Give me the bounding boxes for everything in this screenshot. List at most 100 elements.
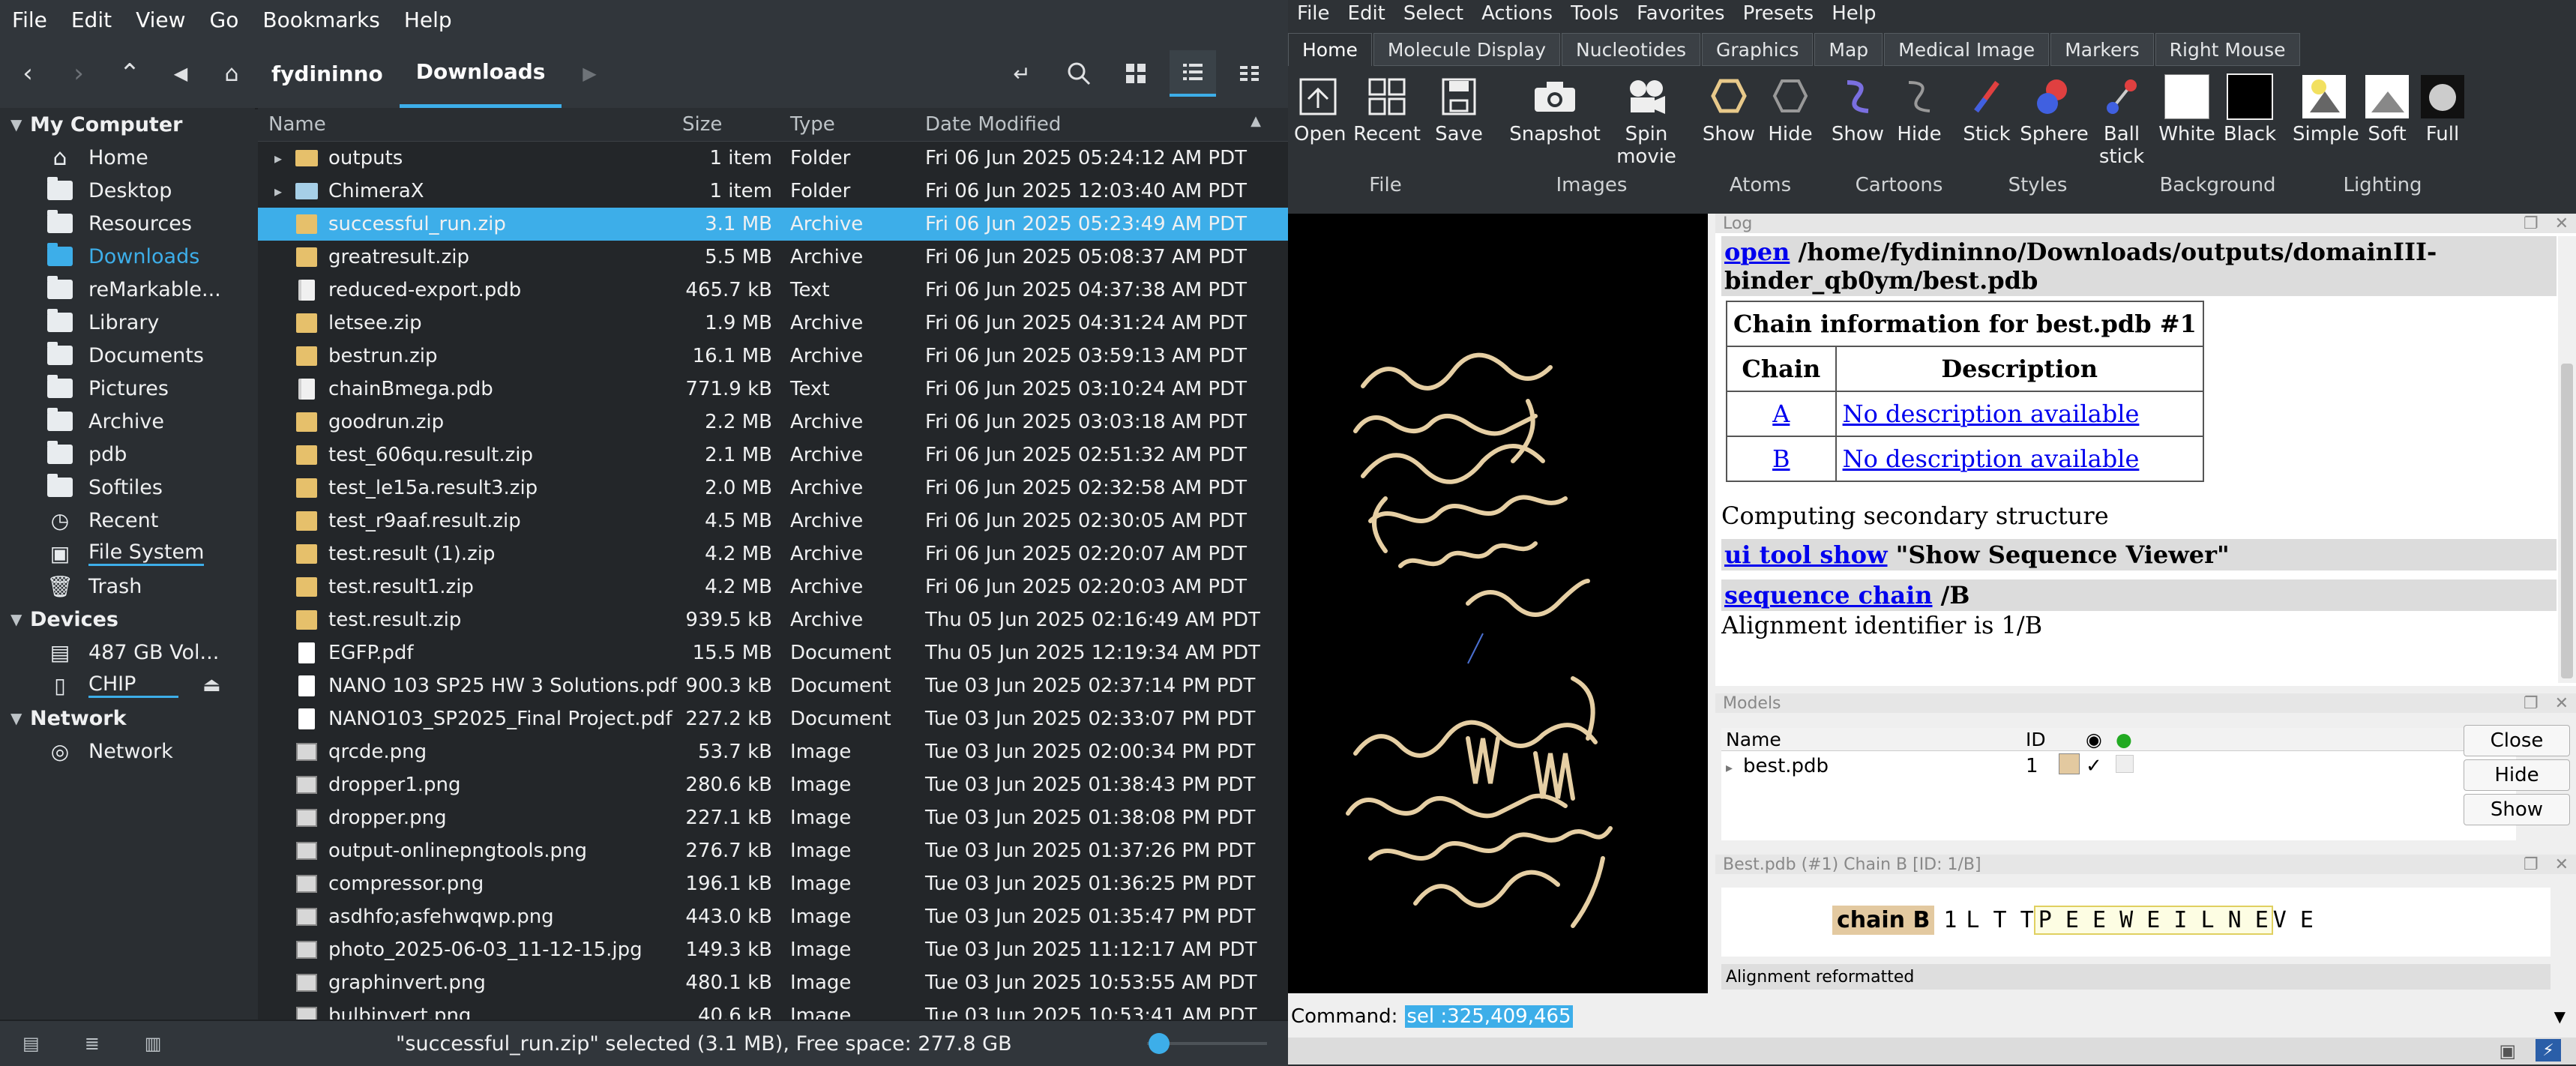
close-model-button[interactable]: Close xyxy=(2464,725,2570,756)
up-icon[interactable]: ⌃ xyxy=(106,50,153,97)
file-row[interactable]: photo_2025-06-03_11-12-15.jpg 149.3 kB Ima… xyxy=(258,933,1288,966)
python-shell-icon[interactable]: ⚡ xyxy=(2536,1039,2561,1062)
cx-menu-tools[interactable]: Tools xyxy=(1562,2,1628,25)
list-view-icon[interactable] xyxy=(1170,50,1216,97)
model-color-checkbox[interactable] xyxy=(2116,754,2146,778)
command-input[interactable]: sel :325,409,465 xyxy=(1405,1005,2554,1028)
chain-a-description-link[interactable]: No description available xyxy=(1843,400,2140,428)
file-row[interactable]: successful_run.zip 3.1 MB Archive Fri 06 Ju… xyxy=(258,208,1288,241)
sphere-button[interactable]: Sphere xyxy=(2020,73,2089,145)
file-row[interactable]: EGFP.pdf 15.5 MB Document Thu 05 Jun 2025 1… xyxy=(258,636,1288,669)
ball-stick-button[interactable]: Ball stick xyxy=(2098,73,2146,168)
folder-panel-icon[interactable]: ▤ xyxy=(22,1033,40,1054)
menu-edit[interactable]: Edit xyxy=(59,7,124,32)
collapse-icon[interactable]: ▼ xyxy=(10,610,30,628)
tab-map[interactable]: Map xyxy=(1814,33,1883,66)
tab-nucleotides[interactable]: Nucleotides xyxy=(1562,33,1700,66)
close-pane-icon[interactable]: ✕ xyxy=(2555,855,2569,874)
cx-menu-actions[interactable]: Actions xyxy=(1472,2,1562,25)
file-row[interactable]: test.result.zip 939.5 kB Archive Thu 05 Jun… xyxy=(258,603,1288,636)
sidebar-item-network[interactable]: ◎ Network xyxy=(0,735,255,768)
expand-icon[interactable]: ▸ xyxy=(1726,760,1733,776)
file-row[interactable]: test_le15a.result3.zip 2.0 MB Archive Fri 0… xyxy=(258,472,1288,505)
sequence-display[interactable]: chain B 1 L T T P E E W E I L N E V E xyxy=(1721,888,2551,957)
spin-movie-button[interactable]: Spin movie xyxy=(1610,73,1682,168)
save-button[interactable]: Save xyxy=(1432,73,1486,145)
model-visible-checkbox[interactable]: ✓ xyxy=(2086,755,2116,777)
breadcrumb-right-icon[interactable]: ▶ xyxy=(566,50,613,97)
log-scrollbar[interactable] xyxy=(2558,236,2576,683)
open-link[interactable]: open xyxy=(1724,238,1790,266)
cx-menu-favorites[interactable]: Favorites xyxy=(1628,2,1733,25)
float-pane-icon[interactable]: ❐ xyxy=(2524,855,2539,874)
menu-help[interactable]: Help xyxy=(392,7,464,32)
cartoons-show-button[interactable]: Show xyxy=(1831,73,1885,145)
sidebar-item-remarkable[interactable]: reMarkable... xyxy=(0,273,255,306)
file-row[interactable]: bestrun.zip 16.1 MB Archive Fri 06 Jun 2025… xyxy=(258,340,1288,373)
background-black-button[interactable]: Black xyxy=(2221,73,2279,145)
icon-view-icon[interactable] xyxy=(1113,50,1159,97)
sidebar-item-recent[interactable]: ◷ Recent xyxy=(0,504,255,537)
file-row[interactable]: chainBmega.pdb 771.9 kB Text Fri 06 Jun 202… xyxy=(258,373,1288,406)
file-row[interactable]: greatresult.zip 5.5 MB Archive Fri 06 Jun 2… xyxy=(258,241,1288,274)
ui-tool-show-link[interactable]: ui tool show xyxy=(1724,540,1888,569)
chain-b-description-link[interactable]: No description available xyxy=(1843,445,2140,473)
sidebar-section-devices[interactable]: ▼ Devices xyxy=(0,603,255,636)
column-header-date[interactable]: Date Modified ▲ xyxy=(925,113,1270,136)
sidebar-item-downloads[interactable]: Downloads xyxy=(0,240,255,273)
sidebar-item-resources[interactable]: Resources xyxy=(0,207,255,240)
menu-file[interactable]: File xyxy=(0,7,59,32)
close-pane-icon[interactable]: ✕ xyxy=(2555,214,2569,233)
structure-viewer[interactable] xyxy=(1288,214,1708,993)
cartoons-hide-button[interactable]: Hide xyxy=(1892,73,1946,145)
column-header-name[interactable]: Name xyxy=(258,113,678,136)
file-row[interactable]: dropper1.png 280.6 kB Image Tue 03 Jun 2025… xyxy=(258,768,1288,801)
search-icon[interactable] xyxy=(1056,50,1102,97)
sidebar-section-network[interactable]: ▼ Network xyxy=(0,702,255,735)
snapshot-button[interactable]: Snapshot xyxy=(1507,73,1603,145)
chain-b-link[interactable]: B xyxy=(1772,445,1790,473)
tab-markers[interactable]: Markers xyxy=(2050,33,2154,66)
file-row[interactable]: qrcde.png 53.7 kB Image Tue 03 Jun 2025 02:… xyxy=(258,735,1288,768)
sidebar-item-softiles[interactable]: Softiles xyxy=(0,471,255,504)
sort-ascending-icon[interactable]: ▲ xyxy=(1251,113,1261,136)
collapse-icon[interactable]: ▼ xyxy=(10,709,30,727)
back-icon[interactable]: ‹ xyxy=(4,50,51,97)
file-row[interactable]: ▸ outputs 1 item Folder Fri 06 Jun 2025 05:2… xyxy=(258,142,1288,175)
file-row[interactable]: output-onlinepngtools.png 276.7 kB Image Tu… xyxy=(258,834,1288,867)
tab-graphics[interactable]: Graphics xyxy=(1701,33,1814,66)
split-view-icon[interactable]: ▥ xyxy=(145,1033,162,1054)
sidebar-item-desktop[interactable]: Desktop xyxy=(0,174,255,207)
column-header-type[interactable]: Type xyxy=(790,113,925,136)
terminal-icon[interactable]: ↵ xyxy=(999,50,1045,97)
model-color-swatch[interactable] xyxy=(2059,753,2086,780)
file-row[interactable]: NANO 103 SP25 HW 3 Solutions.pdf 900.3 kB… xyxy=(258,669,1288,702)
sidebar-item-documents[interactable]: Documents xyxy=(0,339,255,372)
sidebar-item-volume[interactable]: ▤ 487 GB Vol... xyxy=(0,636,255,669)
tree-icon[interactable]: ≣ xyxy=(85,1033,100,1054)
file-row[interactable]: goodrun.zip 2.2 MB Archive Fri 06 Jun 2025 … xyxy=(258,406,1288,439)
tab-right-mouse[interactable]: Right Mouse xyxy=(2155,33,2300,66)
tab-molecule-display[interactable]: Molecule Display xyxy=(1373,33,1561,66)
eject-icon[interactable]: ⏏ xyxy=(202,674,221,696)
forward-icon[interactable]: › xyxy=(55,50,102,97)
cx-menu-file[interactable]: File xyxy=(1288,2,1339,25)
toggle-panel-icon[interactable]: ▣ xyxy=(2499,1041,2516,1062)
expand-icon[interactable]: ▸ xyxy=(274,182,295,200)
sidebar-item-pictures[interactable]: Pictures xyxy=(0,372,255,405)
menu-go[interactable]: Go xyxy=(198,7,251,32)
column-header-size[interactable]: Size xyxy=(678,113,790,136)
home-icon[interactable]: ⌂ xyxy=(208,50,255,97)
tab-home[interactable]: Home xyxy=(1288,33,1372,66)
file-row[interactable]: compressor.png 196.1 kB Image Tue 03 Jun 20… xyxy=(258,867,1288,900)
zoom-slider-handle[interactable] xyxy=(1149,1033,1170,1054)
show-model-button[interactable]: Show xyxy=(2464,794,2570,825)
sequence-chain-link[interactable]: sequence chain xyxy=(1724,581,1933,609)
file-row[interactable]: letsee.zip 1.9 MB Archive Fri 06 Jun 2025 0… xyxy=(258,307,1288,340)
close-pane-icon[interactable]: ✕ xyxy=(2555,694,2569,713)
background-white-button[interactable]: White xyxy=(2158,73,2216,145)
sidebar-item-home[interactable]: ⌂ Home xyxy=(0,141,255,174)
expand-icon[interactable]: ▸ xyxy=(274,149,295,167)
sidebar-item-archive[interactable]: Archive xyxy=(0,405,255,438)
cx-menu-select[interactable]: Select xyxy=(1394,2,1472,25)
